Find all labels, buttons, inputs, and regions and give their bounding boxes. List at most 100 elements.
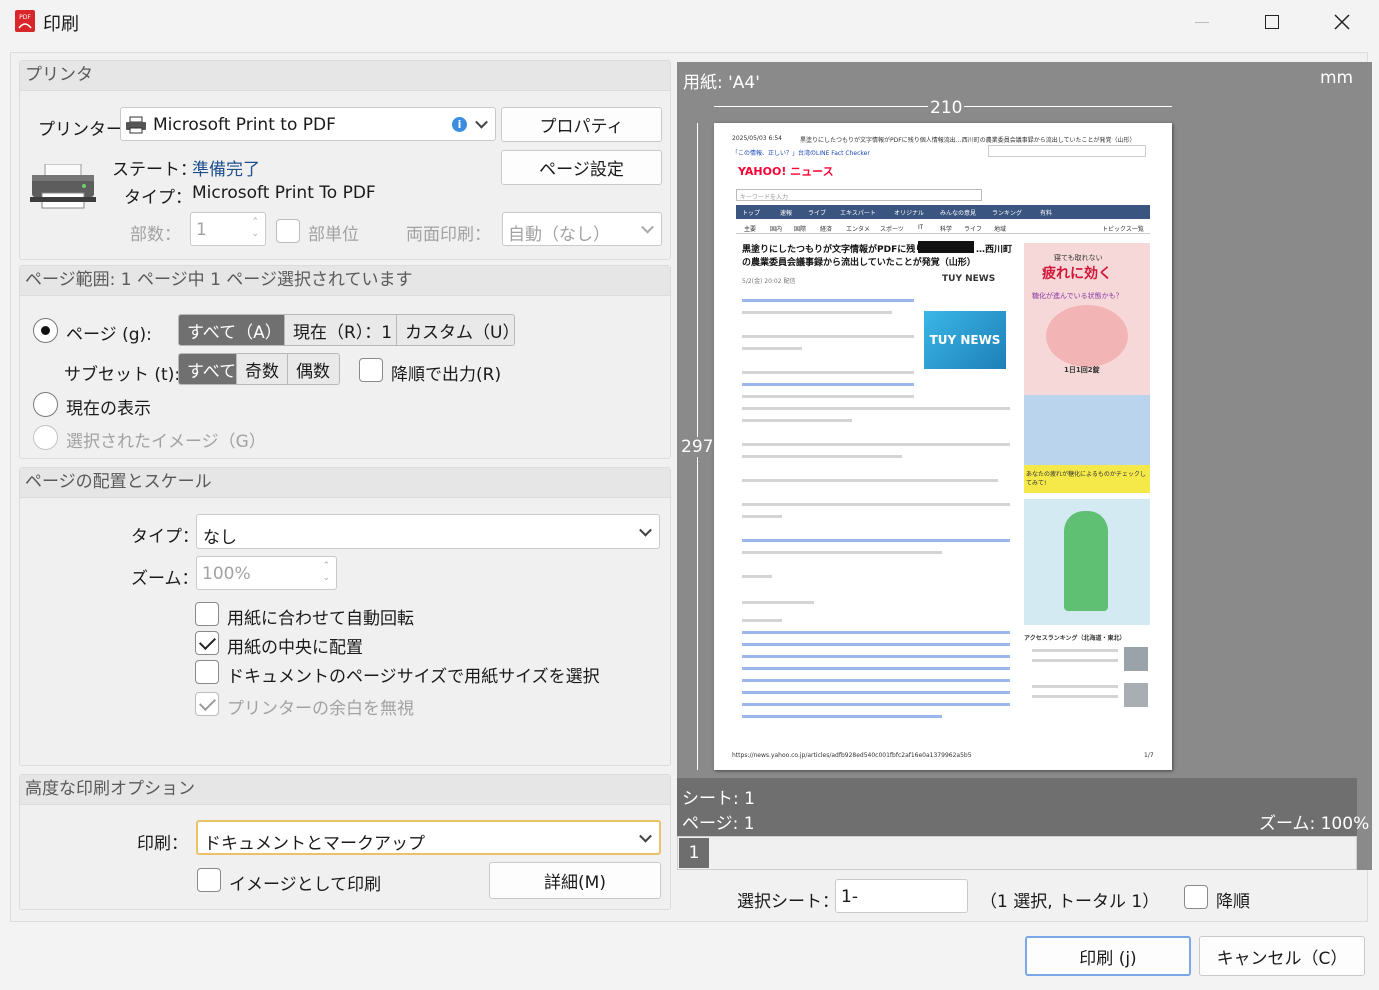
pages-current-option[interactable]: 現在（R）：1	[285, 315, 397, 345]
doc-subnav-10: 地域	[994, 226, 1007, 233]
page-tab-bar	[677, 836, 1357, 870]
close-button[interactable]	[1307, 0, 1377, 44]
copies-value: 1	[196, 220, 207, 240]
chevron-down-icon	[641, 220, 654, 234]
doc-subnav-9: ライフ	[964, 226, 983, 233]
doc-text-line	[1032, 695, 1118, 698]
maximize-icon	[1265, 15, 1279, 29]
selection-info: （1 選択, トータル 1）	[980, 892, 1160, 912]
spin-arrows-icon: ⌃ ⌄	[322, 561, 330, 583]
doc-text-line	[742, 503, 1010, 506]
doc-subnav-8: 科学	[940, 226, 953, 233]
print-content-select[interactable]: ドキュメントとマークアップ	[196, 820, 661, 855]
doc-text-line	[742, 407, 1010, 410]
scale-type-value: なし	[203, 528, 237, 548]
height-mm: 297	[681, 437, 714, 457]
scale-type-select[interactable]: なし	[196, 514, 660, 549]
pages-segmented[interactable]: すべて（A） 現在（R）：1 カスタム（U）	[178, 314, 515, 346]
printer-select[interactable]: Microsoft Print to PDF i	[120, 107, 496, 141]
sheet-reverse-label: 降順	[1216, 892, 1250, 912]
subset-all-option[interactable]: すべて	[179, 354, 237, 384]
doc-article-title-1: 黒塗りにしたつもりが文字情報がPDFに残り	[742, 245, 925, 255]
svg-text:PDF: PDF	[19, 14, 31, 21]
ignore-margin-checkbox[interactable]	[195, 692, 219, 716]
choose-paper-checkbox[interactable]	[195, 660, 219, 684]
maximize-button[interactable]	[1237, 0, 1307, 44]
sheet-reverse-checkbox[interactable]	[1184, 885, 1208, 909]
doc-date: 2025/05/03 6:54	[732, 135, 782, 142]
advanced-header: 高度な印刷オプション	[20, 775, 670, 805]
type-value: Microsoft Print To PDF	[192, 183, 376, 203]
doc-subnav-2: 国内	[770, 226, 783, 233]
doc-text-line	[742, 299, 914, 302]
paper-label: 用紙: 'A4'	[683, 73, 760, 93]
subset-odd-option[interactable]: 奇数	[237, 354, 289, 384]
doc-news-thumbnail: TUY NEWS	[924, 311, 1006, 369]
page-range-header: ページ範囲: 1 ページ中 1 ページ選択されています	[20, 266, 670, 296]
page-setup-button[interactable]: ページ設定	[501, 150, 662, 185]
doc-text-line	[1032, 649, 1118, 652]
doc-top-search	[988, 145, 1146, 157]
collate-checkbox[interactable]	[276, 219, 300, 243]
selected-sheet-input[interactable]: 1-	[835, 879, 968, 913]
doc-nav-5: オリジナル	[894, 210, 925, 217]
zoom-stepper[interactable]: 100% ⌃ ⌄	[196, 556, 337, 590]
selected-image-radio[interactable]	[33, 425, 58, 450]
doc-text-line	[742, 395, 914, 398]
doc-subnav-3: 国際	[794, 226, 807, 233]
doc-article-meta: 5/2(金) 20:02 配信	[742, 278, 796, 285]
selected-sheet-label: 選択シート：	[737, 892, 839, 912]
duplex-select[interactable]: 自動（なし）	[502, 212, 662, 246]
properties-button[interactable]: プロパティ	[501, 107, 662, 142]
print-as-image-checkbox[interactable]	[197, 868, 221, 892]
center-checkbox[interactable]	[195, 631, 219, 655]
doc-text-line	[742, 715, 942, 718]
pages-custom-option[interactable]: カスタム（U）	[397, 315, 514, 345]
reverse-order-label: 降順で出力(R)	[391, 365, 502, 385]
subset-segmented[interactable]: すべて 奇数 偶数	[178, 353, 340, 385]
doc-ad-text-5: あなたの疲れが糖化によるものかチェックしてみて!	[1026, 471, 1146, 487]
doc-text-line	[742, 619, 782, 622]
doc-text-line	[742, 335, 914, 338]
pages-all-option[interactable]: すべて（A）	[179, 315, 285, 345]
doc-text-line	[742, 679, 1010, 682]
doc-text-line	[742, 371, 914, 374]
doc-article-title-2: の農業委員会議事録から流出していたことが発覚（山形）	[742, 258, 976, 268]
pages-radio[interactable]	[33, 318, 58, 343]
collate-label: 部単位	[308, 225, 359, 245]
subset-even-option[interactable]: 偶数	[288, 354, 339, 384]
doc-source-logo: TUY NEWS	[942, 274, 996, 284]
center-label: 用紙の中央に配置	[227, 638, 363, 658]
spin-arrows-icon: ⌃ ⌄	[251, 217, 259, 239]
auto-rotate-checkbox[interactable]	[195, 602, 219, 626]
info-icon: i	[452, 117, 467, 132]
choose-paper-label: ドキュメントのページサイズで用紙サイズを選択	[227, 667, 600, 687]
doc-text-line	[1032, 659, 1118, 662]
page-count: ページ: 1	[682, 814, 755, 834]
printer-group-header: プリンタ	[20, 61, 670, 91]
doc-nav-3: ライブ	[808, 210, 827, 217]
page-tab-1[interactable]: 1	[679, 838, 709, 868]
details-button[interactable]: 詳細(M)	[489, 862, 661, 899]
zoom-label: ズーム：	[131, 569, 199, 589]
print-button[interactable]: 印刷 (j)	[1025, 936, 1191, 976]
duplex-value: 自動（なし）	[508, 225, 610, 245]
doc-subnav-5: エンタメ	[846, 226, 870, 233]
doc-topics: トピックス一覧	[1102, 226, 1144, 233]
current-view-radio[interactable]	[33, 392, 58, 417]
cancel-button[interactable]: キャンセル（C）	[1199, 936, 1365, 976]
doc-ad-text-2: 疲れに効く	[1042, 266, 1112, 282]
doc-ranking-thumb	[1124, 683, 1148, 707]
selected-image-label: 選択されたイメージ（G）	[66, 432, 266, 452]
doc-search-box: キーワードを入力	[736, 189, 982, 201]
copies-stepper[interactable]: 1 ⌃ ⌄	[190, 212, 266, 246]
minimize-button[interactable]	[1167, 0, 1237, 44]
doc-text-line	[742, 703, 1010, 706]
doc-text-line	[742, 383, 914, 386]
zoom-value: 100%	[202, 564, 251, 584]
reverse-order-checkbox[interactable]	[359, 358, 383, 382]
doc-text-line	[742, 655, 1010, 658]
doc-nav-7: ランキング	[992, 210, 1022, 217]
doc-text-line	[742, 515, 782, 518]
state-label: ステート：	[112, 160, 197, 180]
